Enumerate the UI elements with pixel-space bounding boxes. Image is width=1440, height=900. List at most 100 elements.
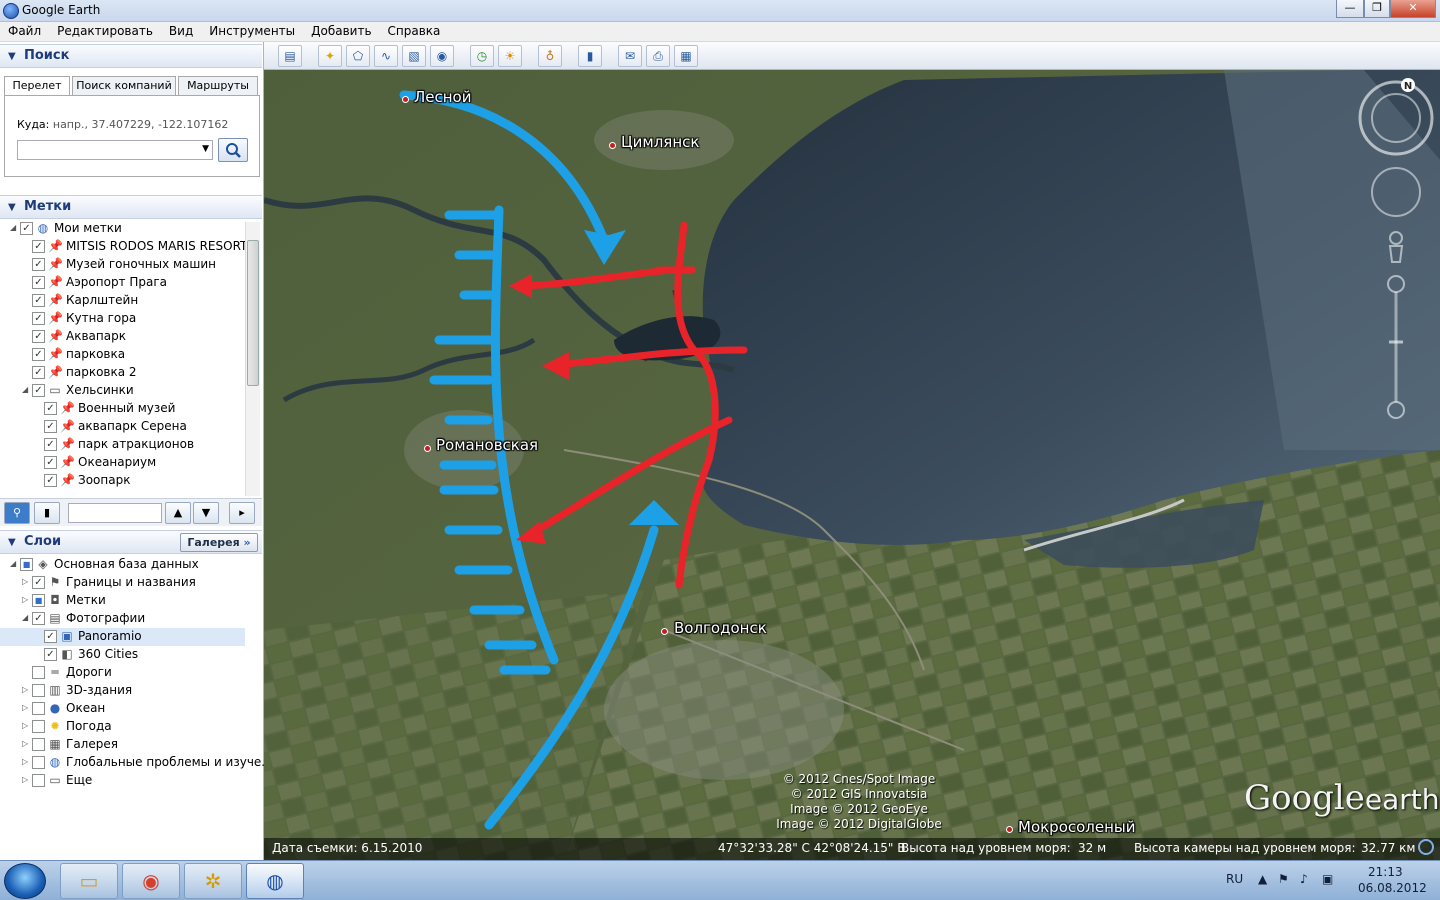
tree-row[interactable]: ═ Дороги — [0, 664, 245, 682]
tree-row[interactable]: ✓ 📌 Карлштейн — [0, 292, 245, 310]
menu-add[interactable]: Добавить — [303, 22, 379, 38]
place-marker-romanovskaya[interactable] — [424, 445, 431, 452]
expand-icon[interactable]: ▷ — [22, 775, 28, 784]
visibility-checkbox[interactable]: ✓ — [32, 366, 45, 379]
visibility-checkbox[interactable]: ■ — [20, 558, 33, 571]
zoom-out-icon[interactable] — [1387, 401, 1405, 419]
tree-row[interactable]: ✓ 📌 Океанариум — [0, 454, 245, 472]
historical-imagery-button[interactable]: ◷ — [470, 45, 494, 67]
tree-row[interactable]: ✓ 📌 Аквапарк — [0, 328, 245, 346]
tree-row[interactable]: ▷ ■ ◘ Метки — [0, 592, 245, 610]
tree-row[interactable]: ◢ ■ ◈ Основная база данных — [0, 556, 245, 574]
visibility-checkbox[interactable]: ✓ — [32, 294, 45, 307]
layers-panel-header[interactable]: ▼ Слои Галерея » — [0, 530, 262, 554]
visibility-checkbox[interactable]: ✓ — [32, 576, 45, 589]
search-button[interactable] — [218, 138, 248, 162]
record-tour-button[interactable]: ◉ — [430, 45, 454, 67]
tree-row[interactable]: ◢ ✓ ▭ Хельсинки — [0, 382, 245, 400]
visibility-checkbox[interactable]: ✓ — [44, 420, 57, 433]
tree-row[interactable]: ◢ ✓ ◍ Мои метки — [0, 220, 245, 238]
tab-find-businesses[interactable]: Поиск компаний — [72, 76, 176, 96]
place-marker-tsimlyansk[interactable] — [609, 142, 616, 149]
tree-row[interactable]: ▷ ● Океан — [0, 700, 245, 718]
tree-row[interactable]: ▷ ✹ Погода — [0, 718, 245, 736]
chrome-taskbar-icon[interactable]: ◉ — [122, 863, 180, 899]
visibility-checkbox[interactable]: ✓ — [44, 438, 57, 451]
place-label-lesnoy[interactable]: Лесной — [414, 88, 472, 106]
menu-view[interactable]: Вид — [161, 22, 201, 38]
add-overlay-button[interactable]: ▧ — [402, 45, 426, 67]
tree-row[interactable]: ✓ 📌 парковка 2 — [0, 364, 245, 382]
place-marker-volgodonsk[interactable] — [661, 628, 668, 635]
tree-row[interactable]: ▷ ✓ ⚑ Границы и названия — [0, 574, 245, 592]
tree-row[interactable]: ✓ 📌 MITSIS RODOS MARIS RESORT... — [0, 238, 257, 256]
tree-row[interactable]: ✓ 📌 Зоопарк — [0, 472, 245, 490]
tree-row[interactable]: ▷ ▥ 3D-здания — [0, 682, 245, 700]
menu-help[interactable]: Справка — [380, 22, 449, 38]
visibility-checkbox[interactable] — [32, 756, 45, 769]
tab-directions[interactable]: Маршруты — [178, 76, 258, 96]
tree-row[interactable]: ✓ 📌 аквапарк Серена — [0, 418, 245, 436]
look-joystick[interactable] — [1371, 93, 1421, 143]
collapse-icon[interactable]: ◢ — [10, 559, 16, 568]
expand-icon[interactable]: ▷ — [22, 721, 28, 730]
email-button[interactable]: ✉ — [618, 45, 642, 67]
visibility-checkbox[interactable]: ✓ — [44, 630, 57, 643]
planets-button[interactable]: ♁ — [538, 45, 562, 67]
visibility-checkbox[interactable]: ✓ — [44, 402, 57, 415]
visibility-checkbox[interactable]: ■ — [32, 594, 45, 607]
gallery-button[interactable]: Галерея » — [180, 533, 258, 552]
move-up-button[interactable]: ▲ — [165, 502, 191, 524]
tree-row[interactable]: ✓ 📌 Музей гоночных машин — [0, 256, 245, 274]
visibility-checkbox[interactable]: ✓ — [44, 648, 57, 661]
visibility-checkbox[interactable]: ✓ — [32, 330, 45, 343]
place-label-mokrosoleny[interactable]: Мокросоленый — [1018, 818, 1136, 836]
place-label-volgodonsk[interactable]: Волгодонск — [674, 619, 767, 637]
search-places-button[interactable]: ⚲ — [4, 502, 30, 524]
visibility-checkbox[interactable]: ✓ — [32, 348, 45, 361]
visibility-checkbox[interactable] — [32, 666, 45, 679]
expand-icon[interactable]: ▷ — [22, 595, 28, 604]
explorer-taskbar-icon[interactable]: ▭ — [60, 863, 118, 899]
visibility-checkbox[interactable]: ✓ — [32, 258, 45, 271]
visibility-checkbox[interactable] — [32, 774, 45, 787]
minimize-button[interactable]: — — [1336, 0, 1364, 18]
collapse-icon[interactable]: ◢ — [22, 613, 28, 622]
expand-icon[interactable]: ▷ — [22, 757, 28, 766]
visibility-checkbox[interactable]: ✓ — [44, 456, 57, 469]
tree-row[interactable]: ◢ ✓ ▤ Фотографии — [0, 610, 245, 628]
menu-tools[interactable]: Инструменты — [201, 22, 303, 38]
start-button[interactable] — [4, 863, 46, 899]
collapse-icon[interactable]: ◢ — [10, 223, 16, 232]
maximize-button[interactable]: ❐ — [1364, 0, 1390, 18]
panel-toggle-button[interactable]: ▮ — [34, 502, 60, 524]
place-marker-lesnoy[interactable] — [402, 96, 409, 103]
add-placemark-button[interactable]: ✦ — [318, 45, 342, 67]
network-icon[interactable]: ▣ — [1322, 872, 1333, 886]
street-view-pegman-icon[interactable] — [1389, 231, 1403, 245]
sunlight-button[interactable]: ☀ — [498, 45, 522, 67]
visibility-checkbox[interactable]: ✓ — [32, 240, 45, 253]
move-joystick[interactable] — [1371, 167, 1421, 217]
search-panel-header[interactable]: ▼ Поиск — [0, 44, 262, 68]
tree-row[interactable]: ▷ ▦ Галерея — [0, 736, 245, 754]
close-button[interactable]: ✕ — [1390, 0, 1436, 18]
visibility-checkbox[interactable] — [32, 720, 45, 733]
visibility-checkbox[interactable]: ✓ — [20, 222, 33, 235]
place-marker-mokrosoleny[interactable] — [1006, 826, 1013, 833]
menu-file[interactable]: Файл — [0, 22, 49, 38]
dropdown-arrow-icon[interactable]: ▼ — [202, 144, 209, 154]
visibility-checkbox[interactable] — [32, 702, 45, 715]
places-scrollbar[interactable] — [245, 222, 260, 496]
visibility-checkbox[interactable] — [32, 738, 45, 751]
place-label-tsimlyansk[interactable]: Цимлянск — [621, 133, 699, 151]
clock-time[interactable]: 21:13 — [1368, 865, 1403, 879]
more-arrow-button[interactable]: ▸ — [229, 502, 255, 524]
expand-icon[interactable]: ▷ — [22, 685, 28, 694]
google-earth-taskbar-icon[interactable]: ◍ — [246, 863, 304, 899]
visibility-checkbox[interactable]: ✓ — [32, 312, 45, 325]
menu-edit[interactable]: Редактировать — [49, 22, 161, 38]
tree-row[interactable]: ✓ 📌 Кутна гора — [0, 310, 245, 328]
compass-ring[interactable] — [1358, 80, 1434, 156]
app-taskbar-icon[interactable]: ✲ — [184, 863, 242, 899]
